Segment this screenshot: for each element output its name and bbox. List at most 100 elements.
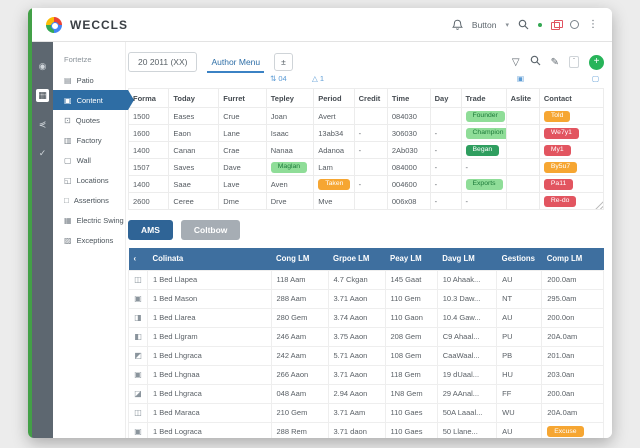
date-range-button[interactable]: 20 2011 (XX) [128, 52, 198, 72]
table-cell: 3.71 Aaon [327, 364, 386, 385]
column-header[interactable]: Credit [353, 88, 388, 108]
table-row[interactable]: 1600 Eaon Lane Isaac 13ab34-306030- Champion W… [127, 124, 605, 142]
sidebar-item-locations[interactable]: ◱ Locations [53, 170, 125, 190]
column-header[interactable]: Today [168, 88, 220, 108]
table-cell: 19 dUaal... [436, 364, 498, 385]
funnel-icon[interactable]: ▽ [512, 57, 520, 68]
column-header[interactable]: Peay LM [385, 248, 438, 270]
sidebar-item-assertions[interactable]: □ Assertions [53, 190, 125, 210]
sidebar-item-icon: ◱ [64, 175, 72, 185]
rail-share-icon[interactable]: ⋞ [36, 118, 49, 131]
add-button[interactable]: + [589, 54, 604, 70]
coltbow-tab-button[interactable]: Coltbow [180, 220, 241, 240]
section-tabs: AMS Coltbow [128, 220, 604, 240]
ams-tab-button[interactable]: AMS [128, 220, 173, 240]
search-icon[interactable] [530, 53, 541, 71]
sidebar-item-label: Exceptions [76, 235, 114, 245]
table-cell [353, 107, 388, 125]
tab-author-menu[interactable]: Author Menu [207, 52, 265, 73]
table-row[interactable]: ▣ 1 Bed Lhgnaa 266 Aaon 3.71 Aaon 118 Gem 19 … [128, 364, 604, 385]
row-type-icon: ▣ [128, 421, 148, 438]
pencil-icon[interactable]: ✎ [551, 57, 559, 68]
table-row[interactable]: 2600 Ceree Dme Drve Mve 006x08- - Re-do [127, 192, 605, 210]
table-cell: 1N8 Gem [384, 383, 438, 404]
table-row[interactable]: 1500 Eases Crue Joan Avert 084030 Founder Told [127, 107, 605, 125]
column-header[interactable]: ‹ [128, 248, 148, 270]
column-filter-icon[interactable]: ▣ [517, 74, 524, 83]
sidebar-item-factory[interactable]: ▥ Factory [53, 130, 125, 150]
dropdown-button[interactable]: ˇ [569, 56, 579, 68]
column-header[interactable]: Period [313, 88, 355, 108]
column-header[interactable]: Comp LM [541, 248, 604, 270]
windows-stack-icon[interactable] [551, 20, 563, 30]
sort-button[interactable]: ± [274, 53, 293, 71]
table-cell: 1 Bed Lograca [147, 421, 272, 438]
table-row[interactable]: ▣ 1 Bed Mason 288 Aam 3.71 Aaon 110 Gem 10.3 … [128, 288, 604, 309]
column-header[interactable]: Forma [127, 88, 170, 108]
sidebar-item-patio[interactable]: ▤ Patio [53, 70, 125, 90]
sidebar-item-content[interactable]: ▣ Content [53, 90, 134, 110]
column-header[interactable]: Cong LM [271, 248, 328, 270]
kebab-menu-icon[interactable]: ⋮ [588, 19, 598, 30]
table-cell: Champion [460, 124, 507, 142]
status-badge[interactable]: Maglan [270, 161, 308, 173]
rail-check-icon[interactable]: ✓ [36, 147, 49, 160]
table-row[interactable]: ◫ 1 Bed Maraca 210 Gem 3.71 Aam 110 Gaes 50A … [128, 402, 604, 423]
bell-icon[interactable] [451, 19, 463, 31]
rail-content-icon[interactable]: ▦ [36, 89, 49, 102]
status-badge[interactable]: We7y1 [543, 127, 579, 139]
column-header[interactable]: Contact [538, 88, 605, 108]
sidebar-item-quotes[interactable]: ⊡ Quotes [53, 110, 125, 130]
column-header[interactable]: Aslite [505, 88, 540, 108]
table-row[interactable]: ▣ 1 Bed Lograca 288 Rem 3.71 daon 110 Gaes 50… [128, 421, 604, 438]
column-filter-icon[interactable]: ⇅ 04 [270, 74, 287, 83]
table-cell: Lam [313, 158, 355, 176]
table-cell: 3.74 Aaon [327, 307, 386, 328]
column-filter-icon[interactable]: △ 1 [312, 74, 324, 83]
status-badge[interactable]: Pa11 [543, 178, 574, 190]
sidebar-item-wall[interactable]: ▢ Wall [53, 150, 125, 170]
status-badge[interactable]: Told [543, 110, 571, 122]
row-type-icon: ◩ [128, 345, 148, 366]
column-header[interactable]: Day [429, 88, 462, 108]
table-row[interactable]: ◧ 1 Bed Llgram 246 Aam 3.75 Aaon 208 Gem C9 A… [128, 326, 604, 347]
help-circle-icon[interactable] [570, 20, 579, 29]
search-icon[interactable] [518, 19, 529, 30]
sidebar-item-electric-swing[interactable]: ▦ Electric Swing [53, 210, 125, 230]
table-row[interactable]: ◫ 1 Bed Llapea 118 Aam 4.7 Ckgan 145 Gaat 10 … [128, 269, 604, 290]
table-cell: 108 Gem [384, 345, 438, 366]
table-cell: Mve [313, 192, 355, 210]
column-header[interactable]: Trade [460, 88, 507, 108]
status-badge[interactable]: Began [465, 144, 500, 156]
table-row[interactable]: 1400 Canan Crae Nanaa Adanoa -2Ab030- Began My1 [127, 141, 605, 159]
column-header[interactable]: Gestions [496, 248, 542, 270]
table-row[interactable]: ◪ 1 Bed Lhgraca 048 Aam 2.94 Aaon 1N8 Gem 29 … [128, 383, 604, 404]
table-cell [505, 141, 540, 159]
chevron-down-icon[interactable]: ▾ [505, 21, 509, 29]
status-badge[interactable]: Champion [465, 127, 506, 139]
user-menu-button[interactable]: Button [472, 20, 497, 30]
table-row[interactable]: 1507 Saves Dave Maglan Lam 084000- - By5u7 [127, 158, 605, 176]
column-header[interactable]: Colinata [147, 248, 271, 270]
status-badge[interactable]: Founder [465, 110, 505, 122]
rail-home-icon[interactable]: ◉ [36, 60, 49, 73]
table-cell: Lane [218, 124, 267, 142]
sidebar-item-exceptions[interactable]: ▨ Exceptions [53, 230, 125, 250]
row-type-icon: ▣ [128, 364, 148, 385]
table-cell [505, 107, 540, 125]
column-header[interactable]: Grpoe LM [328, 248, 385, 270]
column-header[interactable]: Furret [218, 88, 267, 108]
status-badge[interactable]: Re-do [543, 195, 577, 207]
status-badge[interactable]: My1 [543, 144, 571, 156]
column-header[interactable]: Time [386, 88, 431, 108]
column-header[interactable]: Tepley [265, 88, 315, 108]
status-badge[interactable]: Exports [465, 178, 503, 190]
column-filter-icon[interactable]: ▢ [592, 74, 599, 83]
table-row[interactable]: ◨ 1 Bed Llarea 280 Gem 3.74 Aaon 110 Gaon 10.… [128, 307, 604, 328]
status-badge[interactable]: Taken [318, 178, 351, 190]
status-badge[interactable]: By5u7 [543, 161, 578, 173]
column-header[interactable]: Davg LM [437, 248, 497, 270]
table-row[interactable]: 1400 Saae Lave Aven Taken -004600- Exports Pa11 [127, 175, 605, 193]
table-row[interactable]: ◩ 1 Bed Lhgraca 242 Aam 5.71 Aaon 108 Gem Caa… [128, 345, 604, 366]
status-badge[interactable]: Excuse [547, 426, 584, 438]
